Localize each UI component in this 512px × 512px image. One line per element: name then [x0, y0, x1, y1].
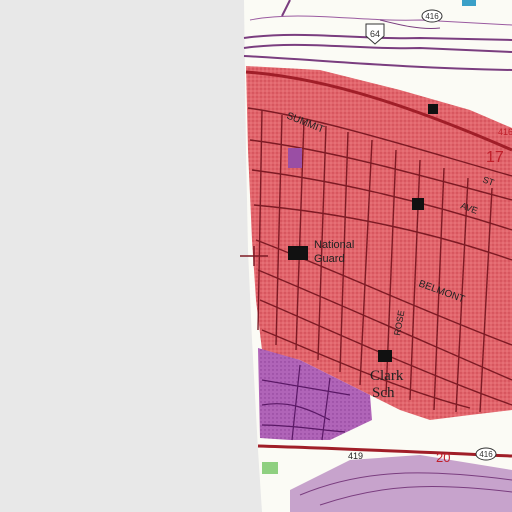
svg-text:20: 20 [436, 450, 450, 465]
svg-text:64: 64 [370, 29, 380, 39]
label-416-right: 416 [498, 127, 512, 137]
map-canvas: 64 416 416 419 20 SUMMIT National Guard … [0, 0, 512, 512]
route-badge-416-bottom: 416 [475, 447, 497, 461]
svg-text:419: 419 [348, 451, 363, 461]
route-badge-416-top: 416 [421, 9, 443, 23]
svg-text:416: 416 [425, 12, 439, 21]
label-national: National [314, 239, 354, 251]
water-patch [462, 0, 476, 6]
route-label-20: 20 [436, 450, 450, 465]
route-label-419: 419 [348, 451, 363, 461]
topographic-map: 64 416 416 419 20 SUMMIT National Guard … [0, 0, 512, 512]
building-1 [412, 198, 424, 210]
building-2 [428, 104, 438, 114]
label-17: 17 [486, 149, 504, 166]
label-clark: Clark [370, 368, 404, 384]
svg-text:416: 416 [479, 450, 493, 459]
school-building [378, 350, 392, 362]
label-sch: Sch [372, 385, 395, 401]
national-guard-building [288, 246, 308, 260]
label-guard: Guard [314, 253, 345, 265]
purple-block [288, 148, 302, 168]
green-patch [262, 462, 278, 474]
